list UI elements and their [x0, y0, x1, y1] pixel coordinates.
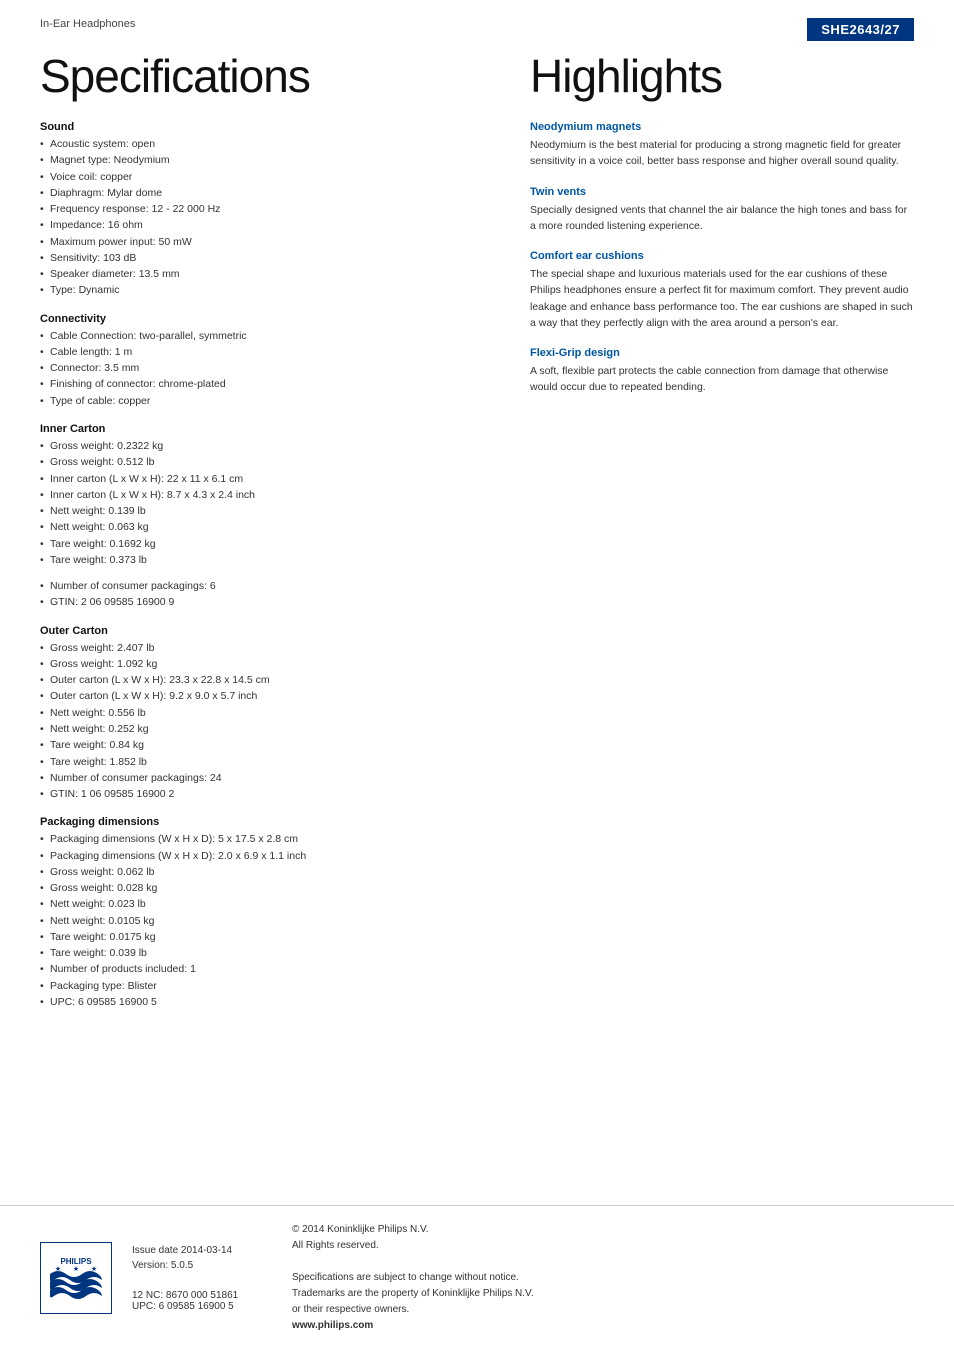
svg-text:★: ★: [91, 1265, 97, 1273]
middle-items-list: Number of consumer packagings: 6 GTIN: 2…: [40, 578, 500, 611]
list-item: Nett weight: 0.063 kg: [40, 519, 500, 535]
list-item: Packaging type: Blister: [40, 978, 500, 994]
section-outer-carton-list: Gross weight: 2.407 lb Gross weight: 1.0…: [40, 640, 500, 803]
section-packaging-title: Packaging dimensions: [40, 816, 500, 828]
list-item: Outer carton (L x W x H): 23.3 x 22.8 x …: [40, 672, 500, 688]
list-item: Tare weight: 0.373 lb: [40, 552, 500, 568]
section-sound-list: Acoustic system: open Magnet type: Neody…: [40, 136, 500, 299]
philips-logo: PHILIPS ★ ★ ★: [40, 1242, 112, 1314]
highlight-twin-vents-title: Twin vents: [530, 186, 914, 198]
list-item: Packaging dimensions (W x H x D): 5 x 17…: [40, 831, 500, 847]
highlight-flexi-grip-text: A soft, flexible part protects the cable…: [530, 363, 914, 396]
list-item: Nett weight: 0.023 lb: [40, 896, 500, 912]
section-inner-carton-list: Gross weight: 0.2322 kg Gross weight: 0.…: [40, 438, 500, 568]
page-title: Specifications: [40, 49, 500, 103]
footer: PHILIPS ★ ★ ★ Issue date 2014-03-14 Vers…: [0, 1205, 954, 1350]
section-outer-carton-title: Outer Carton: [40, 625, 500, 637]
list-item: Number of consumer packagings: 6: [40, 578, 500, 594]
list-item: GTIN: 1 06 09585 16900 2: [40, 786, 500, 802]
list-item: Tare weight: 0.84 kg: [40, 737, 500, 753]
product-type: In-Ear Headphones: [40, 18, 135, 30]
section-connectivity-title: Connectivity: [40, 313, 500, 325]
list-item: Acoustic system: open: [40, 136, 500, 152]
left-column: Specifications Sound Acoustic system: op…: [40, 41, 500, 1010]
list-item: Number of products included: 1: [40, 961, 500, 977]
list-item: Gross weight: 1.092 kg: [40, 656, 500, 672]
list-item: Voice coil: copper: [40, 169, 500, 185]
svg-text:PHILIPS: PHILIPS: [60, 1257, 92, 1266]
list-item: Nett weight: 0.0105 kg: [40, 913, 500, 929]
header: In-Ear Headphones SHE2643/27: [0, 0, 954, 41]
list-item: UPC: 6 09585 16900 5: [40, 994, 500, 1010]
highlight-neodymium: Neodymium magnets Neodymium is the best …: [530, 121, 914, 170]
list-item: Tare weight: 0.0175 kg: [40, 929, 500, 945]
highlight-neodymium-text: Neodymium is the best material for produ…: [530, 137, 914, 170]
list-item: Tare weight: 1.852 lb: [40, 754, 500, 770]
copyright: © 2014 Koninklijke Philips N.V. All Righ…: [292, 1222, 534, 1254]
list-item: Nett weight: 0.252 kg: [40, 721, 500, 737]
version: Version: 5.0.5: [132, 1260, 272, 1271]
section-connectivity-list: Cable Connection: two-parallel, symmetri…: [40, 328, 500, 409]
list-item: Gross weight: 0.2322 kg: [40, 438, 500, 454]
page: In-Ear Headphones SHE2643/27 Specificati…: [0, 0, 954, 1350]
list-item: Outer carton (L x W x H): 9.2 x 9.0 x 5.…: [40, 688, 500, 704]
list-item: Gross weight: 0.028 kg: [40, 880, 500, 896]
list-item: Finishing of connector: chrome-plated: [40, 376, 500, 392]
nc-upc: 12 NC: 8670 000 51861 UPC: 6 09585 16900…: [132, 1290, 272, 1312]
list-item: Inner carton (L x W x H): 8.7 x 4.3 x 2.…: [40, 487, 500, 503]
list-item: Nett weight: 0.139 lb: [40, 503, 500, 519]
highlight-twin-vents-text: Specially designed vents that channel th…: [530, 202, 914, 235]
legal-text: Specifications are subject to change wit…: [292, 1270, 534, 1318]
list-item: Tare weight: 0.1692 kg: [40, 536, 500, 552]
list-item: Tare weight: 0.039 lb: [40, 945, 500, 961]
section-inner-carton-title: Inner Carton: [40, 423, 500, 435]
list-item: Impedance: 16 ohm: [40, 217, 500, 233]
model-badge: SHE2643/27: [807, 18, 914, 41]
highlight-neodymium-title: Neodymium magnets: [530, 121, 914, 133]
list-item: Frequency response: 12 - 22 000 Hz: [40, 201, 500, 217]
list-item: Gross weight: 2.407 lb: [40, 640, 500, 656]
list-item: Magnet type: Neodymium: [40, 152, 500, 168]
list-item: Packaging dimensions (W x H x D): 2.0 x …: [40, 848, 500, 864]
section-packaging-list: Packaging dimensions (W x H x D): 5 x 17…: [40, 831, 500, 1010]
issue-date: Issue date 2014-03-14: [132, 1245, 272, 1256]
highlight-twin-vents: Twin vents Specially designed vents that…: [530, 186, 914, 235]
main-content: Specifications Sound Acoustic system: op…: [0, 41, 954, 1010]
highlight-flexi-grip-title: Flexi-Grip design: [530, 347, 914, 359]
list-item: Sensitivity: 103 dB: [40, 250, 500, 266]
list-item: Nett weight: 0.556 lb: [40, 705, 500, 721]
website: www.philips.com: [292, 1318, 534, 1334]
right-column: Highlights Neodymium magnets Neodymium i…: [530, 41, 914, 1010]
svg-text:★: ★: [73, 1265, 79, 1273]
footer-legal: © 2014 Koninklijke Philips N.V. All Righ…: [292, 1222, 534, 1334]
list-item: Connector: 3.5 mm: [40, 360, 500, 376]
highlight-comfort-text: The special shape and luxurious material…: [530, 266, 914, 331]
highlight-comfort-title: Comfort ear cushions: [530, 250, 914, 262]
highlight-flexi-grip: Flexi-Grip design A soft, flexible part …: [530, 347, 914, 396]
list-item: Maximum power input: 50 mW: [40, 234, 500, 250]
footer-meta: Issue date 2014-03-14 Version: 5.0.5 12 …: [132, 1245, 272, 1312]
highlight-comfort: Comfort ear cushions The special shape a…: [530, 250, 914, 331]
list-item: Number of consumer packagings: 24: [40, 770, 500, 786]
svg-text:★: ★: [55, 1265, 61, 1273]
list-item: Diaphragm: Mylar dome: [40, 185, 500, 201]
section-sound-title: Sound: [40, 121, 500, 133]
list-item: Speaker diameter: 13.5 mm: [40, 266, 500, 282]
highlights-title: Highlights: [530, 49, 914, 103]
list-item: GTIN: 2 06 09585 16900 9: [40, 594, 500, 610]
list-item: Gross weight: 0.512 lb: [40, 454, 500, 470]
list-item: Cable length: 1 m: [40, 344, 500, 360]
list-item: Type: Dynamic: [40, 282, 500, 298]
list-item: Gross weight: 0.062 lb: [40, 864, 500, 880]
list-item: Cable Connection: two-parallel, symmetri…: [40, 328, 500, 344]
list-item: Inner carton (L x W x H): 22 x 11 x 6.1 …: [40, 471, 500, 487]
list-item: Type of cable: copper: [40, 393, 500, 409]
